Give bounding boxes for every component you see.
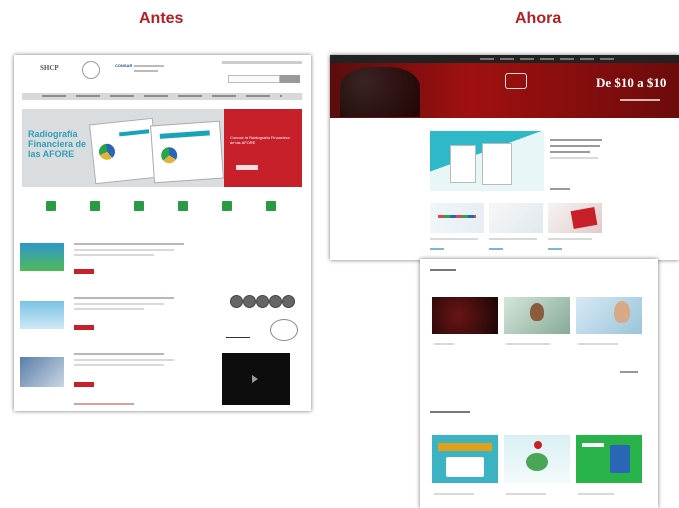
banner-title: Radiografía Financiera de las AFORE — [28, 129, 87, 159]
card-image-2[interactable] — [489, 203, 543, 233]
video-thumb-2[interactable] — [504, 297, 570, 334]
old-site-screenshot: SHCP CONSAR Radiografía Financiera de la… — [14, 55, 311, 411]
news-button-3[interactable] — [74, 382, 94, 387]
chart-icon[interactable] — [134, 201, 144, 211]
calculator-icon[interactable] — [46, 201, 56, 211]
shcp-logo: SHCP — [40, 64, 59, 72]
play-icon[interactable] — [252, 375, 258, 383]
label-before: Antes — [139, 10, 184, 27]
social-icon-1[interactable] — [230, 295, 243, 308]
old-icon-row — [22, 198, 302, 228]
calendar-icon[interactable] — [222, 201, 232, 211]
old-nav-bar[interactable] — [22, 93, 302, 100]
section-title-infographics — [430, 411, 470, 413]
section-title-videos — [430, 269, 456, 271]
infographic-2[interactable] — [504, 435, 570, 483]
consar-logo: CONSAR — [115, 63, 133, 68]
download-icon[interactable] — [266, 201, 276, 211]
news-image-3[interactable] — [20, 357, 64, 387]
old-banner[interactable]: Radiografía Financiera de las AFORE Cono… — [22, 109, 302, 187]
hero-logo-icon — [505, 73, 527, 89]
video-thumb-3[interactable] — [576, 297, 642, 334]
infographic-3[interactable] — [576, 435, 642, 483]
signature-graphic — [226, 321, 250, 338]
social-icon-3[interactable] — [256, 295, 269, 308]
video-player[interactable] — [222, 353, 290, 405]
label-now: Ahora — [515, 10, 562, 27]
social-icon-2[interactable] — [243, 295, 256, 308]
document-icon[interactable] — [90, 201, 100, 211]
social-icon-5[interactable] — [282, 295, 295, 308]
hero-price: De $10 a $10 — [596, 75, 667, 90]
old-header: SHCP CONSAR — [14, 55, 311, 91]
banner-button[interactable] — [236, 165, 258, 170]
card-image-1[interactable] — [430, 203, 484, 233]
news-button-2[interactable] — [74, 325, 94, 330]
search-button[interactable] — [280, 75, 300, 83]
search-input[interactable] — [228, 75, 280, 83]
news-image-2[interactable] — [20, 301, 64, 329]
seal-icon — [82, 61, 100, 79]
new-site-top-screenshot: De $10 a $10 — [330, 55, 679, 260]
new-top-nav[interactable] — [330, 55, 679, 63]
infographic-1[interactable] — [432, 435, 498, 483]
news-image-1[interactable] — [20, 243, 64, 271]
seal-graphic — [270, 319, 298, 341]
banner-side: Conoce la Radiografía Financiera de las … — [224, 109, 302, 187]
news-button-1[interactable] — [74, 269, 94, 274]
money-icon[interactable] — [178, 201, 188, 211]
featured-image[interactable] — [430, 131, 544, 191]
new-site-bottom-screenshot — [420, 259, 658, 508]
social-icon-4[interactable] — [269, 295, 282, 308]
card-image-3[interactable] — [548, 203, 602, 233]
new-hero-banner[interactable]: De $10 a $10 — [330, 63, 679, 118]
video-thumb-1[interactable] — [432, 297, 498, 334]
